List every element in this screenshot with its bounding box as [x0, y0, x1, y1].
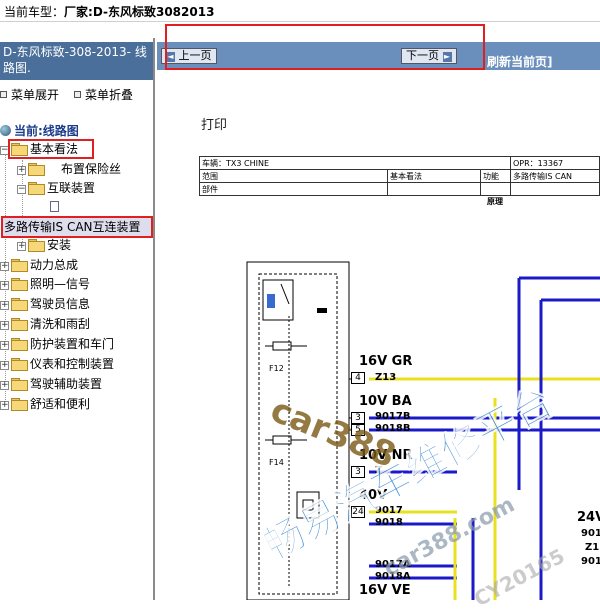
- expand-icon[interactable]: +: [0, 341, 9, 350]
- right-wire-label: 24V: [577, 510, 600, 525]
- wire-label: 10V BA: [359, 394, 412, 409]
- right-wire-code: 901: [581, 528, 600, 539]
- right-wire-code: Z1: [585, 542, 600, 553]
- tree-item-fuse[interactable]: + 布置保险丝: [17, 160, 121, 178]
- expand-menu-button[interactable]: 菜单展开: [0, 86, 59, 103]
- relay-coil: [267, 294, 275, 308]
- folder-icon: [11, 338, 28, 351]
- tree-item-comfort[interactable]: + 舒适和便利: [0, 395, 90, 413]
- wire-code: 9017B: [375, 411, 411, 422]
- expand-icon[interactable]: +: [0, 361, 9, 370]
- highlight-box: [8, 139, 94, 159]
- table-row: 部件: [199, 182, 600, 196]
- info-table: 车辆：TX3 CHINE OPR：13367 范围 基本看法 功能 多路传输IS…: [199, 156, 600, 196]
- tree-item-powertrain[interactable]: + 动力总成: [0, 256, 78, 274]
- folder-icon: [11, 259, 28, 272]
- function-value-cell: 多路传输IS CAN: [510, 169, 600, 183]
- scope-value-cell: 基本看法: [387, 169, 481, 183]
- collapse-icon[interactable]: −: [17, 185, 26, 194]
- tree-item-lighting[interactable]: + 照明—信号: [0, 275, 90, 293]
- function-cell: 功能: [480, 169, 511, 183]
- expand-icon[interactable]: +: [0, 281, 9, 290]
- fuse-label-f14: F14: [269, 458, 284, 467]
- current-view-title: 当前:线路图: [0, 122, 79, 139]
- tree-item-assist[interactable]: + 驾驶辅助装置: [0, 375, 102, 393]
- square-icon: [0, 91, 7, 98]
- square-icon: [74, 91, 81, 98]
- expand-icon[interactable]: +: [0, 262, 9, 271]
- top-bar: 当前车型：厂家:D-东风标致3082013: [0, 0, 600, 22]
- print-link[interactable]: 打印: [201, 114, 227, 133]
- folder-icon: [11, 398, 28, 411]
- empty-cell: [480, 182, 511, 196]
- expand-icon[interactable]: +: [0, 301, 9, 310]
- wire-label: 16V VE: [359, 583, 411, 598]
- folder-icon: [11, 358, 28, 371]
- tree-item-install[interactable]: + 安装: [17, 236, 71, 254]
- expand-icon[interactable]: +: [17, 166, 26, 175]
- fuse-label-f12: F12: [269, 364, 284, 373]
- fuse-f12: [272, 341, 292, 351]
- tree-item-interconnect[interactable]: − 互联装置: [17, 179, 95, 197]
- opr-cell: OPR：13367: [510, 156, 600, 170]
- expand-icon[interactable]: +: [17, 242, 26, 251]
- selected-tree-item-can[interactable]: 多路传输IS CAN互连装置: [1, 216, 153, 238]
- wire-label: 16V GR: [359, 354, 413, 369]
- scope-cell: 范围: [199, 169, 388, 183]
- wire-code: 9018: [375, 517, 403, 528]
- empty-cell: [387, 182, 481, 196]
- table-row: 车辆：TX3 CHINE OPR：13367: [199, 156, 600, 170]
- tree-item-protection[interactable]: + 防护装置和车门: [0, 335, 114, 353]
- right-wire-code: 901: [581, 556, 600, 567]
- folder-icon: [28, 163, 45, 176]
- globe-icon: [0, 125, 11, 136]
- left-pane: D-东风标致-308-2013- 线路图. 菜单展开 菜单折叠 当前:线路图 −…: [0, 38, 155, 600]
- folder-icon: [28, 182, 45, 195]
- folder-icon: [11, 278, 28, 291]
- expand-icon[interactable]: +: [0, 401, 9, 410]
- ground-terminal: [317, 308, 327, 313]
- expand-icon[interactable]: +: [0, 321, 9, 330]
- refresh-page-link[interactable]: 刷新当前页]: [487, 53, 553, 70]
- tree-item-driver-info[interactable]: + 驾驶员信息: [0, 295, 90, 313]
- vehicle-model-info: 当前车型：厂家:D-东风标致3082013: [4, 5, 215, 19]
- tree-item-wash[interactable]: + 清洗和雨刮: [0, 315, 90, 333]
- vehicle-cell: 车辆：TX3 CHINE: [199, 156, 511, 170]
- document-icon: [50, 201, 59, 212]
- collapse-menu-button[interactable]: 菜单折叠: [74, 86, 133, 103]
- principle-label: 原理: [487, 197, 503, 206]
- tree-item-instruments[interactable]: + 仪表和控制装置: [0, 355, 114, 373]
- part-cell: 部件: [199, 182, 388, 196]
- pin-number: 4: [351, 372, 365, 384]
- folder-icon: [11, 378, 28, 391]
- tree-item-doc[interactable]: [50, 198, 59, 216]
- vehicle-header: D-东风标致-308-2013- 线路图.: [0, 42, 153, 80]
- highlight-box: [165, 24, 485, 70]
- fuse-f14: [272, 435, 292, 445]
- folder-icon: [11, 298, 28, 311]
- empty-cell: [510, 182, 600, 196]
- wire-code: Z13: [375, 372, 397, 383]
- expand-icon[interactable]: +: [0, 381, 9, 390]
- table-row: 范围 基本看法 功能 多路传输IS CAN: [199, 169, 600, 183]
- folder-icon: [28, 239, 45, 252]
- folder-icon: [11, 318, 28, 331]
